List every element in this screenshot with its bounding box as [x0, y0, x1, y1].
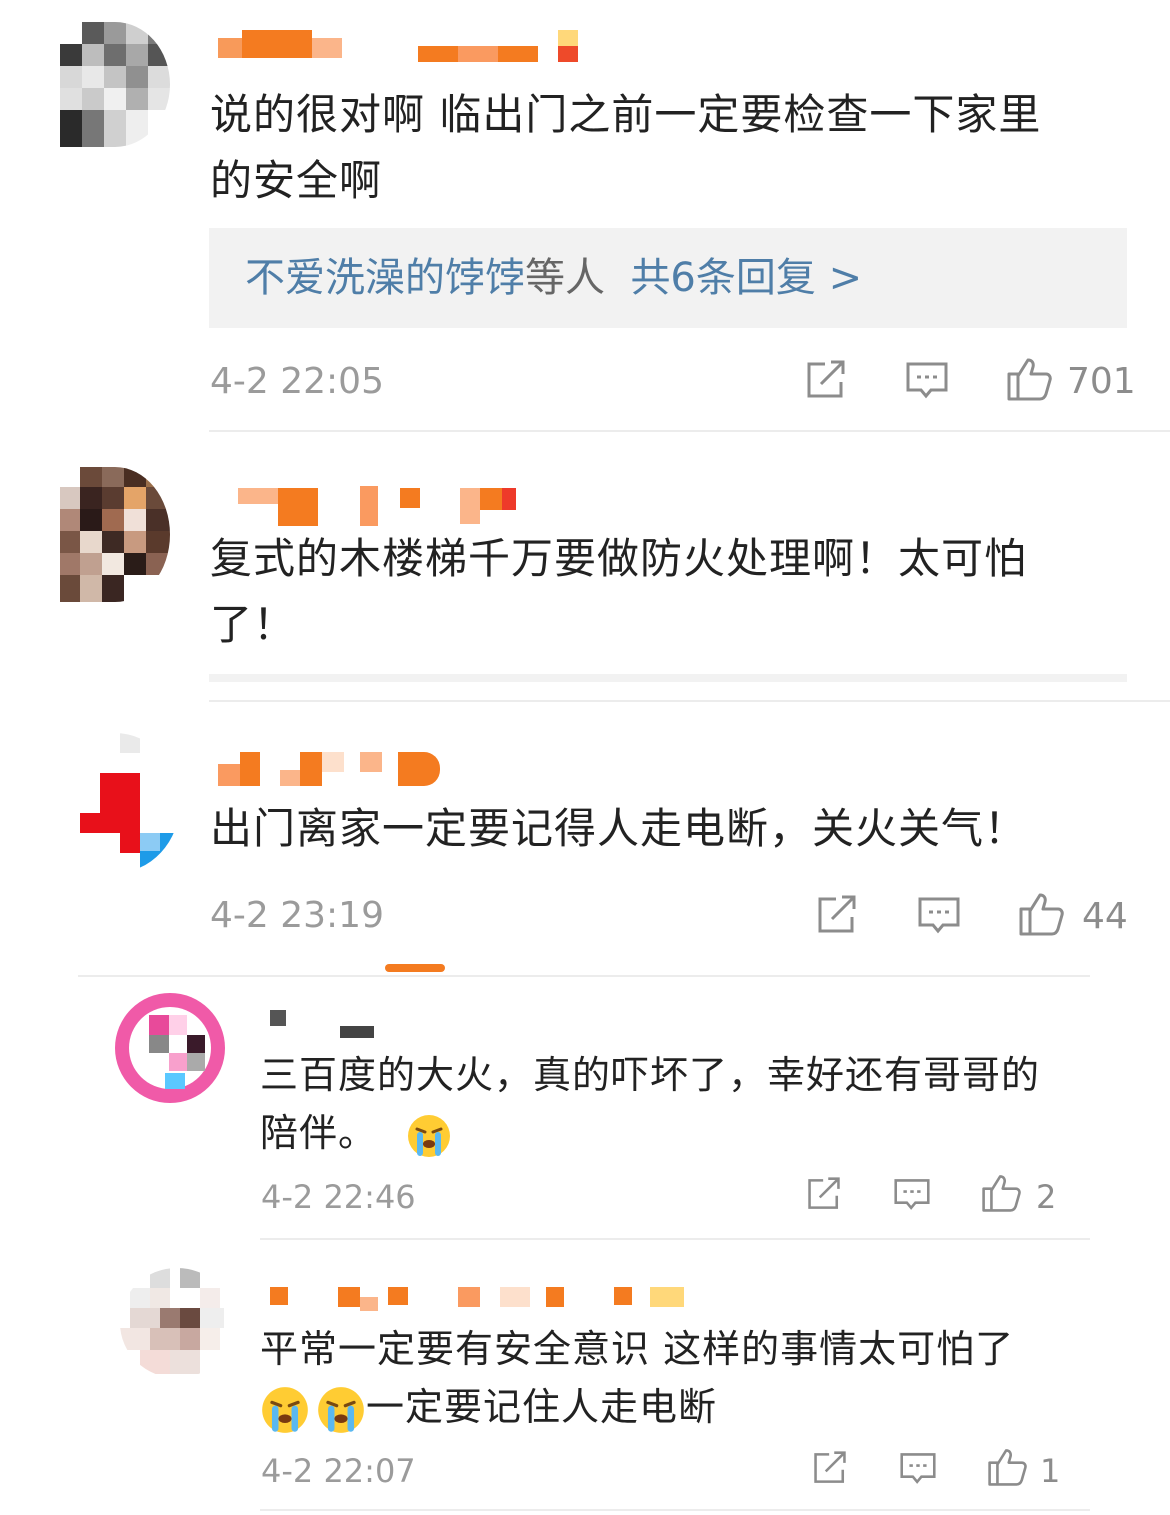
timestamp: 4-2 23:19 [210, 895, 384, 936]
comment-icon[interactable] [893, 1177, 931, 1213]
reply-summary[interactable]: 不爱洗澡的饽饽等人 共6条回复 > [209, 228, 1127, 328]
avatar[interactable] [60, 467, 170, 602]
divider [260, 1238, 1090, 1240]
divider [209, 700, 1170, 702]
username-blurred[interactable] [218, 30, 588, 62]
divider [209, 430, 1170, 432]
scroll-hint-bar [385, 964, 445, 972]
divider [260, 1509, 1090, 1511]
comment-icon[interactable] [917, 895, 961, 937]
divider [78, 975, 1090, 977]
like-count: 1 [1040, 1452, 1061, 1490]
like-count: 701 [1067, 361, 1136, 402]
comment-icon[interactable] [905, 360, 949, 402]
crying-face-icon [262, 1386, 308, 1433]
crying-face-icon [318, 1386, 364, 1433]
comment-text: 平常一定要有安全意识 这样的事情太可怕了 一定要记住人走电断 [260, 1320, 1090, 1436]
comment-text: 出门离家一定要记得人走电断，关火关气！ [210, 804, 1028, 853]
username-blurred[interactable] [218, 752, 448, 786]
thumbs-up-icon[interactable] [980, 1173, 1022, 1213]
comment-text: 说的很对啊 临出门之前一定要检查一下家里 的安全啊 [210, 90, 1042, 205]
like-count: 44 [1082, 896, 1128, 937]
timestamp: 4-2 22:05 [210, 361, 384, 402]
share-icon[interactable] [816, 895, 858, 935]
avatar[interactable] [60, 22, 170, 147]
comment-icon[interactable] [899, 1451, 937, 1487]
username-blurred[interactable] [270, 1285, 690, 1311]
timestamp: 4-2 22:07 [261, 1452, 416, 1490]
thumbs-up-icon[interactable] [1017, 891, 1065, 937]
avatar[interactable] [50, 733, 180, 873]
reply-count-link[interactable]: 共6条回复 > [630, 255, 862, 301]
reply-user-link[interactable]: 不爱洗澡的饽饽 [245, 255, 525, 301]
like-count: 2 [1036, 1178, 1057, 1216]
comment-text: 三百度的大火，真的吓坏了，幸好还有哥哥的 陪伴。 [260, 1046, 1090, 1162]
share-icon[interactable] [806, 1177, 842, 1211]
avatar[interactable] [115, 993, 225, 1103]
crying-face-icon [408, 1114, 451, 1157]
share-icon[interactable] [805, 360, 847, 400]
username-blurred[interactable] [270, 1010, 380, 1040]
username-blurred[interactable] [238, 486, 528, 526]
comment-text: 复式的木楼梯千万要做防火处理啊！太可怕 了！ [210, 534, 1028, 649]
share-icon[interactable] [812, 1451, 848, 1485]
timestamp: 4-2 22:46 [261, 1178, 416, 1216]
thumbs-up-icon[interactable] [1005, 356, 1053, 402]
divider [209, 674, 1127, 682]
avatar[interactable] [120, 1268, 234, 1378]
reply-user-suffix: 等人 [525, 255, 605, 301]
thumbs-up-icon[interactable] [986, 1447, 1028, 1487]
